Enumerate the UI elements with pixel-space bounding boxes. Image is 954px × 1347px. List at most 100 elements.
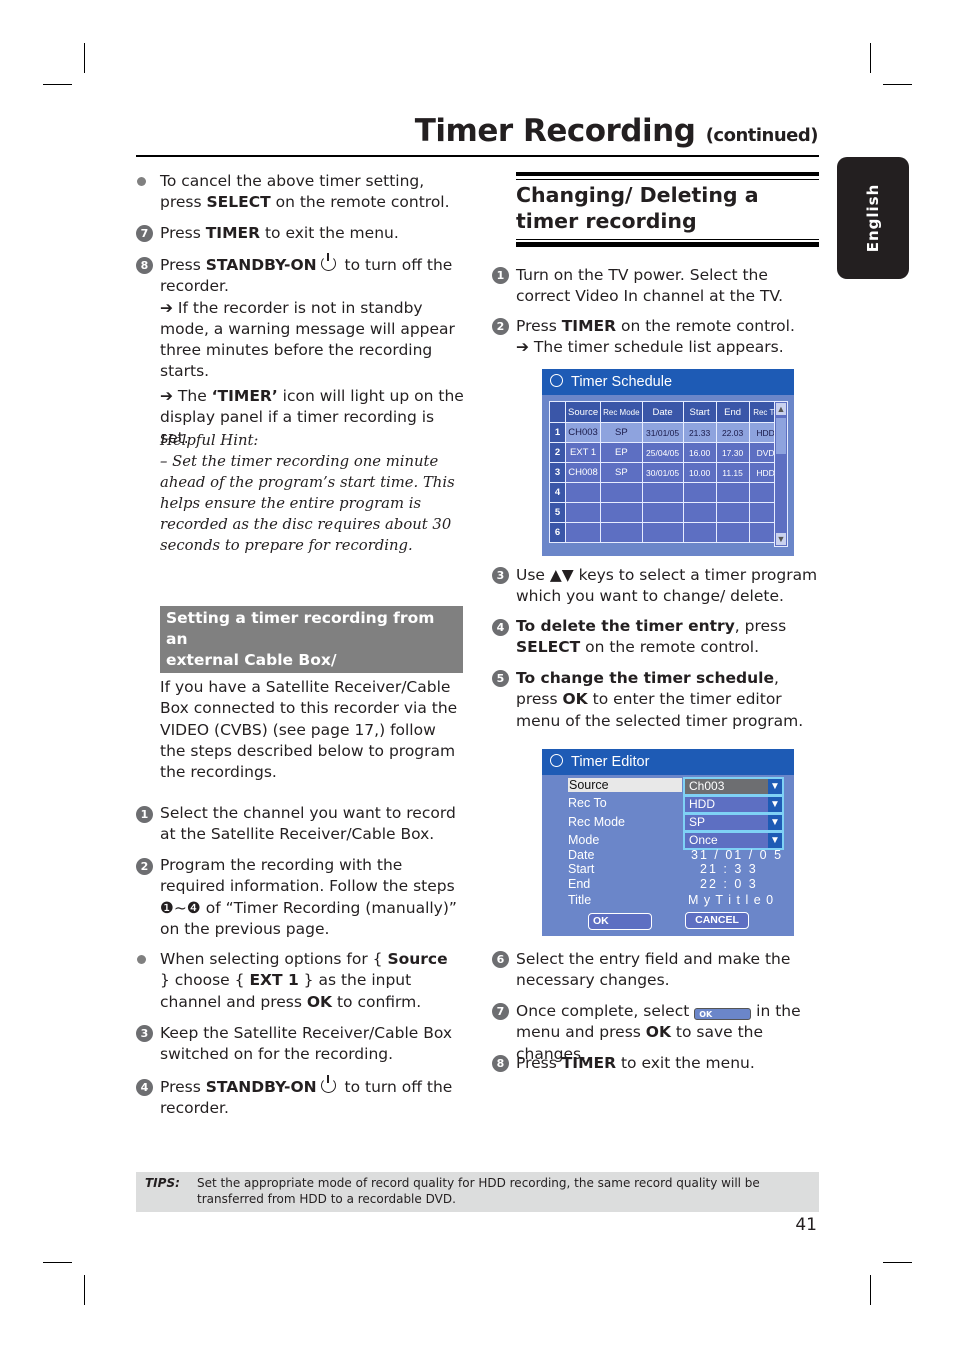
ext-step-4: Press STANDBY-ON to turn off the recorde… [160, 1075, 453, 1118]
crop-mark [43, 84, 72, 85]
table-cell: SP [600, 422, 643, 443]
table-cell: 11.15 [715, 462, 750, 483]
step-number-3: 3 [136, 1025, 153, 1042]
dropdown-arrow-icon[interactable]: ▼ [768, 797, 782, 812]
row-index: 6 [549, 522, 566, 543]
section-rule [516, 179, 819, 180]
scroll-up-icon[interactable]: ▲ [776, 403, 786, 415]
step-number-1: 1 [492, 267, 509, 284]
step-number-8: 8 [136, 257, 153, 274]
crop-mark [84, 1275, 85, 1305]
step-number-2: 2 [492, 318, 509, 335]
change-step-1: Turn on the TV power. Select the correct… [516, 266, 784, 306]
label-title: Title [568, 893, 592, 907]
clock-icon [550, 374, 563, 387]
column-header [549, 401, 566, 423]
dropdown-arrow-icon[interactable]: ▼ [768, 815, 782, 830]
source-select[interactable]: Ch003 ▼ [683, 777, 784, 796]
label-date: Date [568, 848, 595, 862]
column-header: Source [564, 401, 602, 423]
change-step-4: To delete the timer entry, press SELECT … [516, 617, 787, 657]
bullet-icon [137, 177, 146, 186]
table-row[interactable]: 4 [549, 482, 783, 503]
table-row[interactable]: 6 [549, 522, 783, 543]
power-icon [320, 1075, 336, 1093]
table-cell: CH003 [564, 422, 602, 443]
language-tab: English [837, 157, 909, 279]
table-cell: 16.00 [682, 442, 717, 463]
scroll-down-icon[interactable]: ▼ [776, 533, 786, 545]
table-cell: 30/01/05 [641, 462, 684, 483]
label-source: Source [568, 778, 682, 792]
table-row[interactable]: 1 CH003 SP 31/01/05 21.33 22.03 HDD [549, 422, 783, 443]
table-cell [715, 522, 750, 543]
table-cell [641, 502, 684, 523]
table-cell [682, 522, 717, 543]
header-rule [136, 155, 819, 157]
table-cell [600, 482, 643, 503]
hint-text: – Set the timer recording one minute ahe… [160, 453, 455, 554]
change-step-3: Use ▲▼ keys to select a timer program wh… [516, 566, 818, 606]
scroll-thumb[interactable] [776, 418, 786, 454]
label-start: Start [568, 862, 595, 876]
tips-label: TIPS: [145, 1176, 180, 1190]
table-cell: CH008 [564, 462, 602, 483]
section-rule [516, 242, 819, 247]
table-cell: EXT 1 [564, 442, 602, 463]
rec-to-select[interactable]: HDD ▼ [683, 795, 784, 814]
title-continued: (continued) [705, 125, 819, 146]
note-standby: ➔ If the recorder is not in standby mode… [160, 298, 455, 381]
schedule-header: Timer Schedule [542, 369, 794, 395]
crop-mark [883, 84, 912, 85]
date-value[interactable]: 31 / 01 / 0 5 [691, 848, 783, 862]
crop-mark [870, 1275, 871, 1305]
change-step-6: Select the entry field and make the nece… [516, 950, 791, 990]
label-mode: Mode [568, 833, 600, 847]
change-step-5: To change the timer schedule, press OK t… [516, 669, 804, 730]
table-cell: 31/01/05 [641, 422, 684, 443]
hint-title: Helpful Hint: [160, 432, 259, 449]
table-cell [715, 502, 750, 523]
dropdown-arrow-icon[interactable]: ▼ [768, 779, 782, 794]
schedule-title: Timer Schedule [571, 374, 673, 390]
step-7: Press TIMER to exit the menu. [160, 224, 399, 242]
rec-mode-select[interactable]: SP ▼ [683, 813, 784, 832]
start-value[interactable]: 21 : 3 3 [700, 862, 758, 876]
table-cell [715, 482, 750, 503]
cancel-button[interactable]: CANCEL [685, 912, 749, 929]
step-number-6: 6 [492, 951, 509, 968]
row-index: 1 [549, 422, 566, 443]
step-8: Press STANDBY-ON to turn off the recorde… [160, 253, 465, 450]
language-label: English [864, 183, 882, 253]
ok-button[interactable]: OK [588, 913, 652, 930]
crop-mark [870, 43, 871, 73]
cancel-instruction: To cancel the above timer setting, press… [160, 172, 450, 212]
step-number-7: 7 [492, 1003, 509, 1020]
page-number: 41 [795, 1215, 817, 1235]
heading-line: external Cable Box/ [166, 651, 337, 669]
title-value[interactable]: M y T i t l e 0 [688, 893, 774, 907]
title-text: Timer Recording [414, 113, 696, 149]
column-header: End [715, 401, 750, 423]
table-cell [682, 482, 717, 503]
row-index: 5 [549, 502, 566, 523]
table-cell [564, 482, 602, 503]
table-row[interactable]: 5 [549, 502, 783, 523]
table-row[interactable]: 3 CH008 SP 30/01/05 10.00 11.15 HDD [549, 462, 783, 483]
table-cell: 25/04/05 [641, 442, 684, 463]
helpful-hint: Helpful Hint: – Set the timer recording … [160, 430, 465, 556]
inline-ok-button-image: OK [694, 1008, 752, 1020]
change-step-8: Press TIMER to exit the menu. [516, 1054, 755, 1072]
table-row[interactable]: 2 EXT 1 EP 25/04/05 16.00 17.30 DVD [549, 442, 783, 463]
step-number-3: 3 [492, 567, 509, 584]
scrollbar[interactable]: ▲ ▼ [774, 401, 788, 547]
bullet-icon [137, 955, 146, 964]
end-value[interactable]: 22 : 0 3 [700, 877, 758, 891]
crop-mark [84, 43, 85, 73]
dropdown-arrow-icon[interactable]: ▼ [768, 833, 782, 848]
step-number-2: 2 [136, 858, 153, 875]
tips-box: TIPS: Set the appropriate mode of record… [136, 1172, 819, 1212]
table-cell [564, 522, 602, 543]
editor-header: Timer Editor [542, 749, 794, 775]
table-cell [564, 502, 602, 523]
